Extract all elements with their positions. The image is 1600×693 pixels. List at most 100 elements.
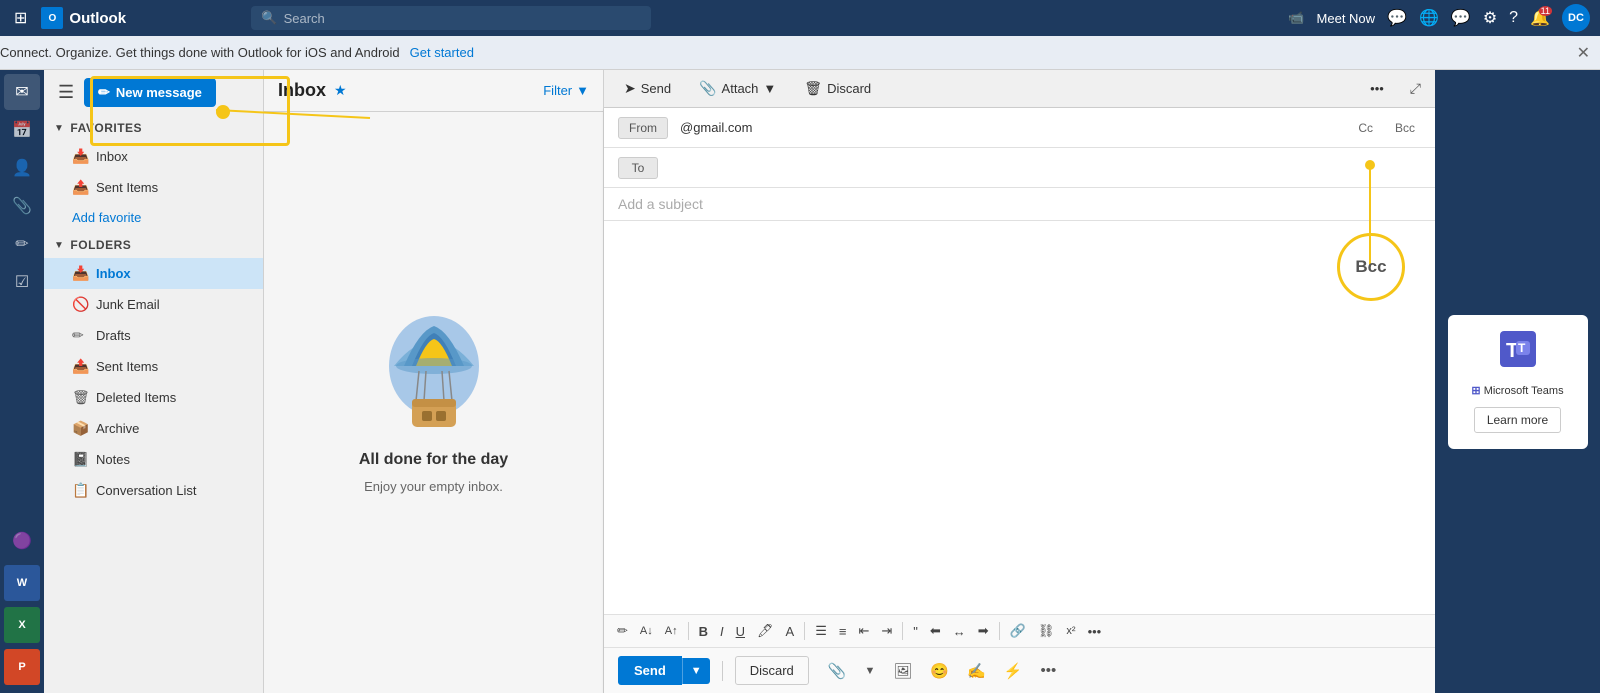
folder-deleted[interactable]: 🗑 Deleted Items — [44, 382, 263, 413]
format-bold-btn[interactable]: B — [694, 620, 713, 643]
search-input[interactable] — [284, 11, 642, 26]
favorite-inbox[interactable]: 📥 Inbox — [44, 141, 263, 172]
format-underline-btn[interactable]: U — [731, 620, 750, 643]
format-style-btn[interactable]: ✏ — [612, 619, 633, 643]
sidebar-item-mail[interactable]: ✉ — [4, 74, 40, 110]
send-button-group: Send ▼ — [618, 656, 710, 685]
discard-button[interactable]: Discard — [735, 656, 809, 685]
sidebar-item-files[interactable]: 📎 — [4, 188, 40, 224]
cc-button[interactable]: Cc — [1352, 118, 1379, 138]
send-toolbar-icons: 📎 ▼ 🖼 😊 ✍ ⚡ ••• — [821, 657, 1063, 685]
skype-icon[interactable]: 💬 — [1387, 8, 1407, 28]
banner-close-icon[interactable]: ✕ — [1577, 43, 1590, 63]
attach-dropdown-btn[interactable]: ▼ — [857, 657, 882, 685]
format-align-center-btn[interactable]: ↔ — [948, 620, 971, 643]
sidebar-item-people[interactable]: 👤 — [4, 150, 40, 186]
apps-btn[interactable]: ⚡ — [997, 657, 1030, 685]
format-highlight-btn[interactable]: 🖊 — [752, 619, 779, 643]
insert-image-btn[interactable]: 🖼 — [886, 657, 919, 685]
new-message-button[interactable]: ✏ New message — [84, 78, 216, 107]
search-bar[interactable]: 🔍 — [251, 6, 651, 30]
apps-grid-icon[interactable]: ⊞ — [10, 4, 31, 32]
format-superscript-btn[interactable]: x² — [1061, 621, 1080, 641]
folders-header[interactable]: ▼ Folders — [44, 232, 263, 258]
folder-junk[interactable]: 🚫 Junk Email — [44, 289, 263, 320]
format-italic-btn[interactable]: I — [715, 620, 729, 643]
filter-chevron-icon: ▼ — [576, 83, 589, 98]
format-indent-increase-btn[interactable]: ⇥ — [876, 619, 897, 643]
favorites-section: ▼ Favorites 📥 Inbox 📤 Sent Items Add fav… — [44, 115, 263, 232]
new-message-icon: ✏ — [98, 84, 110, 101]
discard-toolbar-button[interactable]: 🗑 Discard — [798, 76, 877, 101]
help-icon[interactable]: ? — [1509, 9, 1518, 27]
attach-icon: 📎 — [699, 80, 716, 97]
more-options-btn[interactable]: ••• — [1033, 657, 1063, 685]
sidebar-item-tasks[interactable]: ☑ — [4, 264, 40, 300]
format-bullet-list-btn[interactable]: ☰ — [810, 619, 832, 643]
folder-conversation[interactable]: 📋 Conversation List — [44, 475, 263, 506]
favorites-chevron-icon: ▼ — [54, 123, 64, 134]
folder-notes[interactable]: 📓 Notes — [44, 444, 263, 475]
attach-file-icon-btn[interactable]: 📎 — [821, 657, 854, 685]
format-more-btn[interactable]: ••• — [1083, 620, 1107, 643]
signature-btn[interactable]: ✍ — [960, 657, 993, 685]
folder-conv-icon: 📋 — [72, 482, 88, 499]
send-dropdown-button[interactable]: ▼ — [682, 658, 710, 684]
compose-content-area[interactable] — [604, 221, 1435, 614]
more-toolbar-button[interactable]: ••• — [1364, 77, 1390, 100]
from-input[interactable] — [680, 120, 1352, 135]
send-button[interactable]: Send — [618, 656, 682, 685]
subject-input[interactable] — [618, 196, 1421, 212]
from-field: From Cc Bcc — [604, 108, 1435, 148]
inbox-empty-subtitle: Enjoy your empty inbox. — [364, 479, 503, 494]
folder-drafts[interactable]: ✏ Drafts — [44, 320, 263, 351]
format-indent-decrease-btn[interactable]: ⇤ — [853, 619, 874, 643]
learn-more-button[interactable]: Learn more — [1474, 407, 1561, 433]
format-separator-3 — [902, 622, 903, 640]
folder-archive[interactable]: 📦 Archive — [44, 413, 263, 444]
send-toolbar-button[interactable]: ➤ Send — [618, 76, 677, 101]
sidebar-item-excel[interactable]: X — [4, 607, 40, 643]
to-label: To — [618, 157, 658, 179]
bcc-button[interactable]: Bcc — [1389, 118, 1421, 138]
filter-button[interactable]: Filter ▼ — [543, 83, 589, 98]
get-started-link[interactable]: Get started — [410, 45, 474, 60]
discard-icon: 🗑 — [804, 80, 822, 97]
format-font-size-up-btn[interactable]: A↑ — [660, 621, 683, 641]
sidebar-item-powerpoint[interactable]: P — [4, 649, 40, 685]
avatar[interactable]: DC — [1562, 4, 1590, 32]
add-favorite-btn[interactable]: Add favorite — [44, 203, 263, 232]
emoji-btn[interactable]: 😊 — [923, 657, 956, 685]
star-icon[interactable]: ★ — [334, 82, 347, 99]
format-unlink-btn[interactable]: ⛓ — [1033, 619, 1060, 643]
feedback-icon[interactable]: 💬 — [1451, 8, 1471, 28]
favorite-sent-items[interactable]: 📤 Sent Items — [44, 172, 263, 203]
notifications-icon[interactable]: 🔔11 — [1530, 8, 1550, 28]
filter-label: Filter — [543, 83, 572, 98]
format-separator-2 — [804, 622, 805, 640]
sidebar-item-word[interactable]: W — [4, 565, 40, 601]
format-font-color-btn[interactable]: A — [781, 620, 800, 643]
main-content: ✉ 📅 👤 📎 ✏ ☑ 🟣 W X P ☰ ✏ New message — [0, 70, 1600, 693]
expand-compose-button[interactable]: ⤢ — [1410, 80, 1421, 97]
language-icon[interactable]: 🌐 — [1419, 8, 1439, 28]
folder-inbox[interactable]: 📥 Inbox — [44, 258, 263, 289]
format-quote-btn[interactable]: " — [908, 620, 923, 643]
hamburger-button[interactable]: ☰ — [54, 78, 78, 107]
format-align-right-btn[interactable]: ➡ — [973, 619, 994, 643]
sidebar-item-calendar[interactable]: 📅 — [4, 112, 40, 148]
video-call-icon[interactable]: 📹 — [1288, 10, 1304, 26]
meet-now-btn[interactable]: Meet Now — [1317, 11, 1376, 26]
attach-toolbar-button[interactable]: 📎 Attach ▼ — [693, 76, 782, 101]
format-number-list-btn[interactable]: ≡ — [834, 620, 852, 643]
format-align-left-btn[interactable]: ⬅ — [925, 619, 946, 643]
favorites-header[interactable]: ▼ Favorites — [44, 115, 263, 141]
to-input[interactable] — [670, 160, 1421, 175]
settings-icon[interactable]: ⚙ — [1483, 8, 1497, 28]
format-font-size-down-btn[interactable]: A↓ — [635, 621, 658, 641]
folder-sent[interactable]: 📤 Sent Items — [44, 351, 263, 382]
sidebar-item-onenote[interactable]: 🟣 — [4, 523, 40, 559]
sidebar-item-notes[interactable]: ✏ — [4, 226, 40, 262]
ms-teams-logo: T T — [1500, 331, 1536, 374]
format-link-btn[interactable]: 🔗 — [1005, 619, 1031, 643]
